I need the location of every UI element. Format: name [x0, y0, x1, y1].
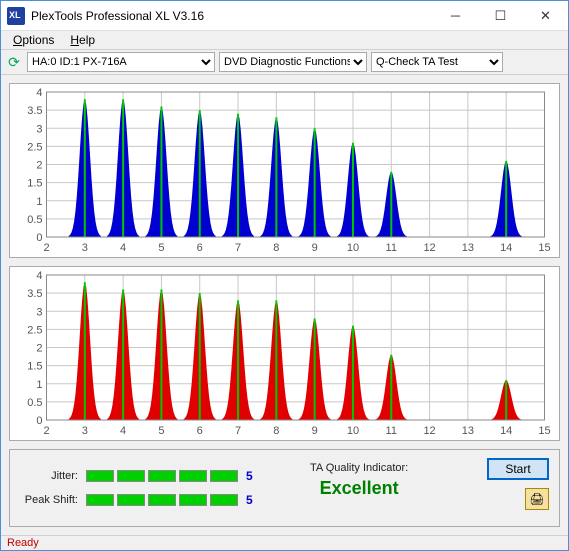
- jitter-bar: [179, 470, 207, 482]
- svg-text:2: 2: [43, 242, 49, 254]
- svg-text:3.5: 3.5: [27, 105, 42, 117]
- svg-text:15: 15: [538, 425, 550, 437]
- svg-text:9: 9: [312, 425, 318, 437]
- peakshift-bar: [117, 494, 145, 506]
- toolbar: ⟳ HA:0 ID:1 PX-716A DVD Diagnostic Funct…: [1, 50, 568, 75]
- svg-text:0: 0: [36, 415, 42, 427]
- svg-text:14: 14: [500, 242, 512, 254]
- print-button[interactable]: 🖨: [525, 488, 549, 510]
- jitter-bar: [210, 470, 238, 482]
- svg-text:2: 2: [43, 425, 49, 437]
- svg-text:2: 2: [36, 160, 42, 172]
- svg-text:3: 3: [36, 306, 42, 318]
- svg-text:3: 3: [82, 425, 88, 437]
- svg-text:10: 10: [347, 242, 359, 254]
- peakshift-bar: [179, 494, 207, 506]
- status-text: Ready: [7, 537, 39, 549]
- svg-text:1: 1: [36, 379, 42, 391]
- svg-text:6: 6: [197, 242, 203, 254]
- svg-text:3.5: 3.5: [27, 288, 42, 300]
- svg-text:3: 3: [82, 242, 88, 254]
- peakshift-value: 5: [246, 493, 253, 507]
- svg-text:1: 1: [36, 196, 42, 208]
- chart-bottom-svg: 0 0.5 1 1.5 2 2.5 3 3.5 4 2 3 4 5 6 7 8 9 10 11 12 13 14 15: [10, 267, 559, 440]
- svg-text:0: 0: [36, 232, 42, 244]
- menubar: Options Help: [1, 31, 568, 50]
- test-select[interactable]: Q-Check TA Test: [371, 52, 503, 72]
- svg-text:2: 2: [36, 343, 42, 355]
- jitter-bars: [86, 470, 238, 482]
- peakshift-bar: [210, 494, 238, 506]
- svg-text:14: 14: [500, 425, 512, 437]
- svg-text:13: 13: [462, 242, 474, 254]
- svg-text:8: 8: [273, 242, 279, 254]
- peakshift-bars: [86, 494, 238, 506]
- menu-help[interactable]: Help: [62, 31, 103, 49]
- svg-text:4: 4: [36, 87, 42, 99]
- svg-text:1.5: 1.5: [27, 361, 42, 373]
- svg-text:1.5: 1.5: [27, 178, 42, 190]
- svg-text:6: 6: [197, 425, 203, 437]
- results-panel: Jitter: 5 Peak Shift: 5 TA Quality Indic…: [9, 449, 560, 527]
- ta-quality: TA Quality Indicator: Excellent: [310, 462, 408, 499]
- svg-text:13: 13: [462, 425, 474, 437]
- function-select[interactable]: DVD Diagnostic Functions: [219, 52, 367, 72]
- jitter-bar: [148, 470, 176, 482]
- close-button[interactable]: ✕: [523, 1, 568, 30]
- svg-text:4: 4: [120, 242, 126, 254]
- svg-text:4: 4: [36, 270, 42, 282]
- svg-text:7: 7: [235, 425, 241, 437]
- svg-text:12: 12: [423, 425, 435, 437]
- svg-text:5: 5: [158, 425, 164, 437]
- app-window: PlexTools Professional XL V3.16 ─ ☐ ✕ Op…: [0, 0, 569, 551]
- svg-text:2.5: 2.5: [27, 141, 42, 153]
- svg-text:5: 5: [158, 242, 164, 254]
- svg-text:3: 3: [36, 123, 42, 135]
- svg-text:10: 10: [347, 425, 359, 437]
- jitter-bar: [117, 470, 145, 482]
- svg-text:2.5: 2.5: [27, 324, 42, 336]
- peakshift-row: Peak Shift: 5: [20, 493, 253, 507]
- refresh-icon[interactable]: ⟳: [5, 53, 23, 71]
- maximize-button[interactable]: ☐: [478, 1, 523, 30]
- peakshift-bar: [148, 494, 176, 506]
- svg-text:8: 8: [273, 425, 279, 437]
- peakshift-bar: [86, 494, 114, 506]
- app-icon: [7, 7, 25, 25]
- ta-quality-value: Excellent: [310, 478, 408, 499]
- svg-text:9: 9: [312, 242, 318, 254]
- metrics: Jitter: 5 Peak Shift: 5: [20, 469, 253, 507]
- svg-text:0.5: 0.5: [27, 397, 42, 409]
- jitter-row: Jitter: 5: [20, 469, 253, 483]
- titlebar: PlexTools Professional XL V3.16 ─ ☐ ✕: [1, 1, 568, 31]
- statusbar: Ready: [1, 535, 568, 550]
- svg-text:12: 12: [423, 242, 435, 254]
- peakshift-label: Peak Shift:: [20, 494, 78, 506]
- menu-options[interactable]: Options: [5, 31, 62, 49]
- ta-quality-label: TA Quality Indicator:: [310, 462, 408, 474]
- window-title: PlexTools Professional XL V3.16: [31, 9, 433, 23]
- jitter-label: Jitter:: [20, 470, 78, 482]
- action-buttons: Start 🖨: [487, 458, 549, 510]
- window-buttons: ─ ☐ ✕: [433, 1, 568, 30]
- svg-text:11: 11: [386, 425, 397, 437]
- chart-bottom: 0 0.5 1 1.5 2 2.5 3 3.5 4 2 3 4 5 6 7 8 9 10 11 12 13 14 15: [9, 266, 560, 441]
- minimize-button[interactable]: ─: [433, 1, 478, 30]
- chart-top: 0 0.5 1 1.5 2 2.5 3 3.5 4 2 3 4 5 6 7 8 9 10 11 12 13 14 15: [9, 83, 560, 258]
- svg-text:15: 15: [538, 242, 550, 254]
- jitter-bar: [86, 470, 114, 482]
- content-area: 00.511.522.533.5423456789101112131415 00…: [1, 75, 568, 535]
- svg-text:0.5: 0.5: [27, 214, 42, 226]
- svg-text:11: 11: [386, 242, 397, 254]
- svg-text:7: 7: [235, 242, 241, 254]
- start-button[interactable]: Start: [487, 458, 549, 480]
- svg-text:4: 4: [120, 425, 126, 437]
- jitter-value: 5: [246, 469, 253, 483]
- drive-select[interactable]: HA:0 ID:1 PX-716A: [27, 52, 215, 72]
- chart-top-svg: 0 0.5 1 1.5 2 2.5 3 3.5 4 2 3 4 5 6 7 8 9 10 11 12 13 14 15: [10, 84, 559, 257]
